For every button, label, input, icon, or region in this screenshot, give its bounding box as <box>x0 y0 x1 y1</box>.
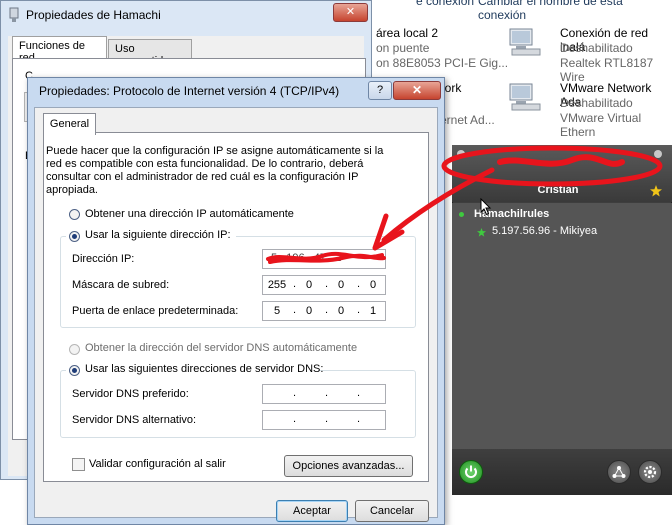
ipv4-dialog-title: Propiedades: Protocolo de Internet versi… <box>39 84 340 98</box>
validate-label[interactable]: Validar configuración al salir <box>89 458 226 470</box>
ip-segment: 0 <box>369 279 377 291</box>
validate-checkbox[interactable] <box>72 458 85 471</box>
gateway-label: Puerta de enlace predeterminada: <box>72 305 239 317</box>
dns-preferred-label: Servidor DNS preferido: <box>72 388 189 400</box>
connection-device: ernet Ad... <box>440 113 495 127</box>
toolbar-link-connection[interactable]: e conexión <box>416 0 474 8</box>
subnet-mask-label: Máscara de subred: <box>72 279 170 291</box>
network-icon <box>612 466 626 478</box>
radio-auto-ip-label[interactable]: Obtener una dirección IP automáticamente <box>85 208 294 220</box>
gateway-input[interactable]: 5 . 0 . 0 . 1 <box>262 301 386 321</box>
ipv4-close-button[interactable]: ✕ <box>393 81 441 100</box>
dns-preferred-input[interactable]: . . . <box>262 384 386 404</box>
network-button[interactable] <box>607 460 631 484</box>
red-scribble-redaction <box>266 251 386 264</box>
ip-segment: 5 <box>273 305 281 317</box>
hamachi-close-button[interactable]: ✕ <box>333 3 368 22</box>
connection-device: VMware Virtual Ethern <box>560 111 642 139</box>
network-computer-icon[interactable] <box>508 82 542 112</box>
subnet-mask-input[interactable]: 255 . 0 . 0 . 0 <box>262 275 386 295</box>
tab-funciones-de-red[interactable]: Funciones de red <box>12 36 107 64</box>
ip-segment: 0 <box>337 279 345 291</box>
advanced-options-button[interactable]: Opciones avanzadas... <box>284 455 413 477</box>
ip-segment: 1 <box>369 305 377 317</box>
dns-alternate-label: Servidor DNS alternativo: <box>72 414 197 426</box>
radio-static-ip-label[interactable]: Usar la siguiente dirección IP: <box>85 229 231 241</box>
connection-status: on puente <box>376 41 430 55</box>
network-computer-icon[interactable] <box>508 27 542 57</box>
radio-static-dns[interactable] <box>69 365 80 376</box>
connection-device: Realtek RTL8187 Wire <box>560 56 654 84</box>
radio-auto-dns-label[interactable]: Obtener la dirección del servidor DNS au… <box>85 342 357 354</box>
power-icon <box>465 465 477 478</box>
tab-general[interactable]: General <box>43 113 96 135</box>
tab-uso-compartido[interactable]: Uso compartido <box>108 39 192 67</box>
hamachi-dialog-title: Propiedades de Hamachi <box>26 8 161 22</box>
ip-segment: 0 <box>305 279 313 291</box>
ip-segment: 0 <box>337 305 345 317</box>
radio-static-dns-label[interactable]: Usar las siguientes direcciones de servi… <box>85 363 323 375</box>
toolbar-link-rename[interactable]: Cambiar el nombre de esta conexión <box>478 0 672 22</box>
dns-alternate-input[interactable]: . . . <box>262 410 386 430</box>
connection-status: Deshabilitado <box>560 96 633 110</box>
intro-text: Puede hacer que la configuración IP se a… <box>46 145 384 196</box>
gear-icon <box>643 465 657 479</box>
ok-button[interactable]: Aceptar <box>276 500 348 522</box>
connection-device: on 88E8053 PCI-E Gig... <box>376 56 509 70</box>
help-button[interactable]: ? <box>368 81 392 100</box>
cancel-button[interactable]: Cancelar <box>355 500 429 522</box>
connection-title[interactable]: área local 2 <box>376 26 438 40</box>
ip-segment: 255 <box>267 279 287 291</box>
radio-static-ip[interactable] <box>69 231 80 242</box>
settings-button[interactable] <box>638 460 662 484</box>
red-annotation-overlay <box>372 145 663 251</box>
radio-auto-ip[interactable] <box>69 209 80 220</box>
power-button[interactable] <box>459 460 483 484</box>
ip-address-label: Dirección IP: <box>72 253 135 265</box>
ip-segment: 0 <box>305 305 313 317</box>
network-adapter-icon <box>9 7 19 22</box>
radio-auto-dns[interactable] <box>69 344 80 355</box>
connection-status: Deshabilitado <box>560 41 633 55</box>
